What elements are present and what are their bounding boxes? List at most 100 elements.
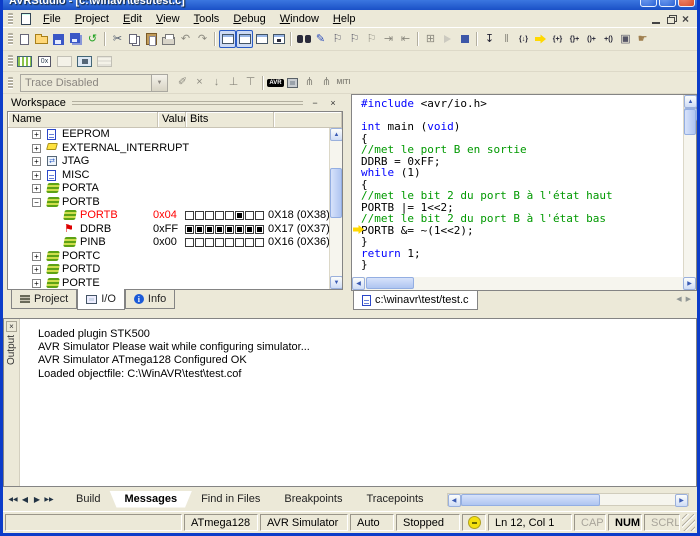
expander-icon[interactable]: +	[32, 130, 41, 139]
autostep-icon[interactable]: +()	[600, 30, 617, 48]
scrollbar-thumb[interactable]	[461, 494, 600, 506]
bit-checkbox[interactable]	[225, 225, 234, 234]
output-horizontal-scrollbar[interactable]: ◀ ▶	[447, 493, 689, 506]
tab-project[interactable]: Project	[11, 290, 77, 309]
toolbar-grip-handle[interactable]	[8, 77, 13, 89]
bit-checkbox[interactable]	[215, 225, 224, 234]
find-icon[interactable]	[295, 30, 312, 48]
step-over-icon[interactable]: {+}	[549, 30, 566, 48]
toggle-views-icon[interactable]	[253, 30, 270, 48]
new-file-icon[interactable]	[16, 30, 33, 48]
bit-checkbox[interactable]	[225, 238, 234, 247]
step-into-icon[interactable]: {↓}	[515, 30, 532, 48]
scroll-left-icon[interactable]: ◀	[448, 494, 461, 507]
bit-checkbox[interactable]	[245, 238, 254, 247]
column-header-bits[interactable]: Bits	[186, 112, 274, 127]
tab-scroll-left-icon[interactable]: ◀	[676, 295, 681, 303]
expander-icon[interactable]: +	[32, 144, 41, 153]
tab-io[interactable]: I/O	[77, 289, 125, 310]
scroll-left-icon[interactable]: ◀	[352, 277, 365, 290]
save-file-icon[interactable]	[50, 30, 67, 48]
tab-build[interactable]: Build	[61, 491, 115, 508]
menu-project[interactable]: Project	[68, 11, 116, 27]
io-register-ddrb[interactable]: ⚑DDRB0xFF0X17 (0X37)	[8, 223, 329, 237]
file-tab[interactable]: c:\winavr\test/test.c	[353, 291, 478, 310]
tab-breakpoints[interactable]: Breakpoints	[269, 491, 357, 508]
scroll-right-icon[interactable]: ▶	[683, 277, 696, 290]
bit-checkbox[interactable]	[255, 238, 264, 247]
menu-file[interactable]: File	[36, 11, 68, 27]
bit-checkbox[interactable]	[215, 211, 224, 220]
pane-close-button[interactable]: ×	[327, 97, 339, 109]
bit-checkbox[interactable]	[215, 238, 224, 247]
menu-window[interactable]: Window	[273, 11, 326, 27]
bit-checkbox[interactable]	[235, 238, 244, 247]
quickwatch-icon[interactable]: ▣	[617, 30, 634, 48]
pane-minimize-button[interactable]: −	[309, 97, 321, 109]
vertical-splitter[interactable]	[343, 94, 351, 312]
expander-icon[interactable]: +	[32, 184, 41, 193]
bit-checkbox[interactable]	[235, 225, 244, 234]
bit-checkbox[interactable]	[205, 211, 214, 220]
scroll-last-icon[interactable]: ▶▶	[43, 492, 55, 506]
close-button[interactable]	[678, 0, 695, 7]
device-config-icon[interactable]	[284, 74, 301, 92]
bit-checkbox[interactable]	[255, 211, 264, 220]
trace-dropdown[interactable]: Trace Disabled	[20, 74, 152, 92]
bit-checkbox[interactable]	[225, 211, 234, 220]
menu-tools[interactable]: Tools	[187, 11, 227, 27]
menu-edit[interactable]: Edit	[116, 11, 149, 27]
memory-view-icon[interactable]: 0x	[36, 52, 53, 70]
bit-checkbox[interactable]	[205, 238, 214, 247]
title-bar[interactable]: AVRStudio - [c:\winavr\test/test.c]	[3, 0, 697, 10]
io-group-eeprom[interactable]: +EEPROM	[8, 128, 329, 142]
bit-checkbox[interactable]	[195, 211, 204, 220]
io-group-external_interrupt[interactable]: +EXTERNAL_INTERRUPT	[8, 142, 329, 156]
scroll-up-icon[interactable]: ▲	[330, 128, 343, 141]
scroll-down-icon[interactable]: ▼	[330, 276, 343, 289]
editor-vertical-scrollbar[interactable]: ▲ ▼	[683, 95, 696, 277]
print-icon[interactable]	[160, 30, 177, 48]
cut-icon[interactable]: ✂	[109, 30, 126, 48]
scrollbar-thumb[interactable]	[684, 109, 696, 135]
resize-grip[interactable]	[682, 514, 695, 531]
bit-checkbox[interactable]	[245, 211, 254, 220]
io-group-jtag[interactable]: +⇄JTAG	[8, 155, 329, 169]
run-to-cursor-icon[interactable]: ()+	[583, 30, 600, 48]
paste-icon[interactable]	[143, 30, 160, 48]
menu-help[interactable]: Help	[326, 11, 363, 27]
maximize-button[interactable]	[659, 0, 676, 7]
bit-checkbox[interactable]	[235, 211, 244, 220]
expander-icon[interactable]: +	[32, 171, 41, 180]
open-file-icon[interactable]	[33, 30, 50, 48]
expander-icon[interactable]: +	[32, 157, 41, 166]
code-text[interactable]: #include <avr/io.h> int main (void){//me…	[352, 95, 683, 277]
toolbar-grip-handle[interactable]	[8, 33, 13, 45]
tab-info[interactable]: iInfo	[125, 290, 175, 309]
bit-checkbox[interactable]	[255, 225, 264, 234]
menubar-grip-handle[interactable]	[8, 13, 13, 25]
io-register-portb[interactable]: PORTB0x040X18 (0X38)	[8, 209, 329, 223]
show-next-statement-icon[interactable]	[532, 30, 549, 48]
io-view-icon[interactable]	[16, 52, 33, 70]
scroll-up-icon[interactable]: ▲	[684, 95, 697, 108]
toggle-workspace-icon[interactable]	[219, 30, 236, 48]
code-editor[interactable]: #include <avr/io.h> int main (void){//me…	[351, 94, 697, 277]
reset-icon[interactable]: ↧	[481, 30, 498, 48]
processor-view-icon[interactable]	[76, 52, 93, 70]
menu-view[interactable]: View	[149, 11, 187, 27]
scrollbar-thumb[interactable]	[330, 168, 342, 218]
scroll-first-icon[interactable]: ◀◀	[7, 492, 19, 506]
expander-icon[interactable]: +	[32, 252, 41, 261]
watch-window-icon[interactable]	[270, 30, 287, 48]
io-group-portb[interactable]: −PORTB	[8, 196, 329, 210]
io-group-porte[interactable]: +PORTE	[8, 277, 329, 291]
bit-checkbox[interactable]	[195, 225, 204, 234]
scroll-next-icon[interactable]: ▶	[31, 492, 43, 506]
io-group-portc[interactable]: +PORTC	[8, 250, 329, 264]
toggle-output-icon[interactable]	[236, 30, 253, 48]
scrollbar-thumb[interactable]	[366, 277, 414, 289]
tab-scroll-right-icon[interactable]: ▶	[686, 295, 691, 303]
toggle-bookmark-icon[interactable]: ⚐	[329, 30, 346, 48]
io-group-portd[interactable]: +PORTD	[8, 263, 329, 277]
